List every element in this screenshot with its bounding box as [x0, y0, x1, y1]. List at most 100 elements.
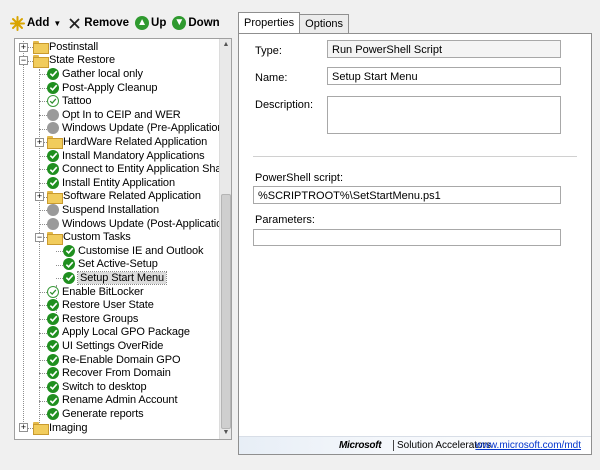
folder-icon	[47, 190, 63, 204]
tree-item[interactable]: Set Active-Setup	[63, 258, 158, 272]
tree-connector-line	[39, 346, 47, 348]
powershell-script-field[interactable]: %SCRIPTROOT%\SetStartMenu.ps1	[253, 186, 561, 204]
tree-item[interactable]: Generate reports	[47, 407, 144, 421]
tree-item[interactable]: Post-Apply Cleanup	[47, 81, 158, 95]
task-sequence-tree[interactable]: + Postinstall − State Restore Gather local o…	[14, 38, 232, 440]
mdt-link[interactable]: www.microsoft.com/mdt	[475, 440, 581, 451]
check-circle-icon	[47, 176, 59, 189]
tree-connector-line	[39, 387, 47, 388]
disabled-step-icon	[47, 122, 59, 135]
folder-icon	[47, 136, 63, 150]
check-circle-icon	[47, 312, 59, 325]
tree-item[interactable]: UI Settings OverRide	[47, 339, 163, 353]
disabled-step-icon	[47, 203, 59, 216]
remove-x-icon	[67, 16, 82, 31]
name-field[interactable]: Setup Start Menu	[327, 67, 561, 85]
tree-item[interactable]: Rename Admin Account	[47, 394, 178, 408]
scroll-up-icon[interactable]: ▲	[221, 39, 231, 51]
tree-connector-line	[56, 264, 63, 266]
tree-item-label: Switch to desktop	[62, 380, 147, 393]
tree-item[interactable]: Software Related Application	[47, 190, 201, 204]
scrollbar-thumb[interactable]	[221, 194, 231, 429]
tree-connector-line	[56, 278, 63, 280]
tree-item[interactable]: Customise IE and Outlook	[63, 244, 203, 258]
tree-item[interactable]: Tattoo	[47, 94, 91, 108]
tree-item[interactable]: Postinstall	[33, 40, 99, 55]
tab-properties[interactable]: Properties	[238, 12, 301, 33]
tree-item-label: Windows Update (Post-Application Ins	[62, 217, 220, 230]
property-tabs: Properties Options	[238, 12, 350, 34]
name-label: Name:	[255, 72, 288, 84]
tree-item-label: State Restore	[49, 54, 115, 67]
tree-connector-line	[39, 183, 47, 184]
tree-item[interactable]: Windows Update (Post-Application Ins	[47, 217, 220, 231]
expand-icon[interactable]: +	[35, 137, 44, 147]
tree-item[interactable]: Restore Groups	[47, 312, 138, 326]
chevron-down-icon[interactable]: ▼	[53, 19, 61, 28]
tree-connector-line	[39, 291, 47, 293]
expand-icon[interactable]: +	[19, 42, 28, 52]
tree-connector-line	[39, 305, 47, 307]
tree-connector-line	[56, 251, 63, 252]
tree-item[interactable]: Connect to Entity Application Share	[47, 162, 220, 176]
remove-button-label: Remove	[84, 17, 130, 29]
tree-item[interactable]: Re-Enable Domain GPO	[47, 353, 181, 367]
expand-icon[interactable]: +	[19, 423, 28, 433]
expand-icon[interactable]: +	[35, 192, 44, 202]
tree-item[interactable]: Switch to desktop	[47, 380, 147, 394]
tree-item-label: Rename Admin Account	[62, 394, 178, 407]
tree-item-label: Restore Groups	[62, 312, 139, 325]
tree-item-label: Gather local only	[62, 67, 143, 80]
tree-item[interactable]: Apply Local GPO Package	[47, 326, 190, 340]
tree-item[interactable]: Imaging	[33, 421, 88, 436]
tree-item[interactable]: Enable BitLocker	[47, 285, 144, 299]
tree-item-label: Install Mandatory Applications	[62, 149, 205, 162]
down-button[interactable]: ▼ Down	[172, 16, 220, 30]
tree-item[interactable]: Suspend Installation	[47, 203, 159, 217]
description-field[interactable]	[327, 96, 561, 134]
check-circle-icon	[47, 326, 59, 339]
tree-content: + Postinstall − State Restore Gather local o…	[15, 39, 220, 439]
check-circle-icon	[47, 407, 59, 420]
tree-item-label: Opt In to CEIP and WER	[62, 108, 181, 121]
tree-item-label: Postinstall	[49, 40, 99, 53]
add-button[interactable]: Add ▼	[10, 15, 61, 31]
tree-item-label: Post-Apply Cleanup	[62, 81, 158, 94]
check-circle-icon	[47, 81, 59, 94]
tree-item-label: Restore User State	[62, 299, 154, 312]
tree-item[interactable]: Install Mandatory Applications	[47, 149, 205, 163]
check-circle-icon	[47, 367, 59, 380]
tree-item[interactable]: Install Entity Application	[47, 176, 175, 190]
tree-item-label: Tattoo	[62, 95, 92, 108]
tree-connector-line	[39, 115, 47, 116]
disabled-step-icon	[47, 108, 59, 121]
tree-item[interactable]: HardWare Related Application	[47, 135, 207, 150]
scroll-down-icon[interactable]: ▼	[221, 427, 231, 439]
tab-options[interactable]: Options	[299, 14, 350, 33]
tree-item[interactable]: State Restore	[33, 54, 115, 68]
collapse-icon[interactable]: −	[19, 56, 28, 66]
tree-connector-line	[39, 373, 47, 375]
tree-item-label: Imaging	[49, 421, 88, 434]
tree-item[interactable]: Windows Update (Pre-Application Inst	[47, 122, 220, 136]
remove-button[interactable]: Remove	[67, 16, 129, 31]
tree-item-label: Customise IE and Outlook	[78, 244, 204, 257]
check-circle-icon	[47, 67, 59, 80]
tree-item[interactable]: Custom Tasks	[47, 230, 131, 245]
tree-item[interactable]: Opt In to CEIP and WER	[47, 108, 181, 122]
check-circle-icon	[47, 149, 59, 162]
tree-connector-line	[39, 74, 47, 76]
tree-item[interactable]: Setup Start Menu	[63, 270, 168, 285]
tree-connector-line	[39, 87, 47, 89]
collapse-icon[interactable]: −	[35, 232, 44, 242]
folder-icon	[33, 422, 49, 436]
tree-item[interactable]: Recover From Domain	[47, 366, 171, 380]
tree-connector-line	[39, 319, 47, 320]
tree-item[interactable]: Restore User State	[47, 298, 154, 312]
parameters-field[interactable]	[253, 229, 561, 246]
tree-connector-line	[39, 69, 40, 431]
tree-item[interactable]: Gather local only	[47, 67, 143, 81]
tree-item-label: Recover From Domain	[62, 367, 171, 380]
tree-scrollbar[interactable]: ▲ ▼	[219, 39, 231, 439]
up-button[interactable]: ▲ Up	[135, 16, 166, 30]
